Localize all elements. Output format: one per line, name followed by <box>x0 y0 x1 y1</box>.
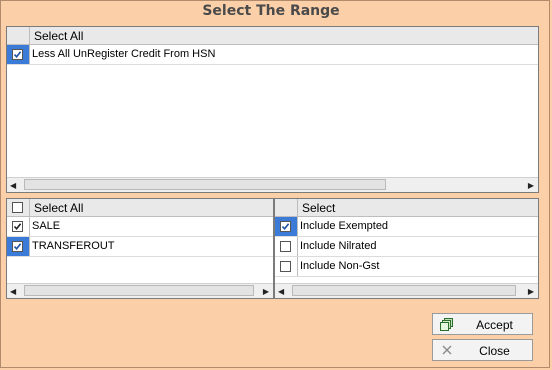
close-label: Close <box>479 344 510 358</box>
list-item[interactable]: TRANSFEROUT <box>7 237 273 257</box>
list-item-label: Include Nilrated <box>300 240 377 252</box>
dialog-title: Select The Range <box>202 3 340 19</box>
list-item-label: Include Non-Gst <box>300 260 380 272</box>
voucher-type-list: Select All SALE TRANSFEROUT ◀ ▶ <box>6 198 274 299</box>
checkbox[interactable] <box>12 221 23 232</box>
scroll-left-icon[interactable]: ◀ <box>10 181 16 190</box>
horizontal-scrollbar[interactable]: ◀ ▶ <box>7 177 538 192</box>
checkbox[interactable] <box>12 241 23 252</box>
list-item-label: Less All UnRegister Credit From HSN <box>32 48 216 60</box>
scrollbar-thumb[interactable] <box>292 285 516 296</box>
scroll-right-icon[interactable]: ▶ <box>528 287 534 296</box>
close-button[interactable]: Close <box>432 339 533 361</box>
gst-select-label[interactable]: Select <box>302 201 335 215</box>
accept-button[interactable]: Accept <box>432 313 533 335</box>
voucher-list-header: Select All <box>7 199 273 217</box>
gst-list-header: Select <box>275 199 538 217</box>
copy-icon <box>440 317 454 334</box>
list-item-label: SALE <box>32 220 61 232</box>
list-item[interactable]: Include Nilrated <box>275 237 538 257</box>
hsn-select-all-label[interactable]: Select All <box>34 29 83 43</box>
scroll-right-icon[interactable]: ▶ <box>263 287 269 296</box>
checkbox[interactable] <box>12 49 23 60</box>
x-icon <box>440 343 454 360</box>
list-item[interactable]: Less All UnRegister Credit From HSN <box>7 45 538 65</box>
hsn-credit-list: Select All Less All UnRegister Credit Fr… <box>6 26 539 193</box>
select-all-checkbox[interactable] <box>12 202 23 213</box>
list-item[interactable]: Include Non-Gst <box>275 257 538 277</box>
checkbox[interactable] <box>280 261 291 272</box>
gst-options-list: Select Include Exempted Include Nilrated… <box>274 198 539 299</box>
scrollbar-thumb[interactable] <box>24 179 386 190</box>
checkbox[interactable] <box>280 241 291 252</box>
checkbox[interactable] <box>280 221 291 232</box>
hsn-list-header: Select All <box>7 27 538 45</box>
list-item-label: TRANSFEROUT <box>32 240 115 252</box>
scroll-left-icon[interactable]: ◀ <box>10 287 16 296</box>
list-item-label: Include Exempted <box>300 220 389 232</box>
scrollbar-thumb[interactable] <box>24 285 254 296</box>
voucher-select-all-label[interactable]: Select All <box>34 201 83 215</box>
scroll-right-icon[interactable]: ▶ <box>528 181 534 190</box>
scroll-left-icon[interactable]: ◀ <box>278 287 284 296</box>
list-item[interactable]: Include Exempted <box>275 217 538 237</box>
horizontal-scrollbar[interactable]: ◀ ▶ <box>275 283 538 298</box>
list-item[interactable]: SALE <box>7 217 273 237</box>
accept-label: Accept <box>476 318 513 332</box>
horizontal-scrollbar[interactable]: ◀ ▶ <box>7 283 273 298</box>
